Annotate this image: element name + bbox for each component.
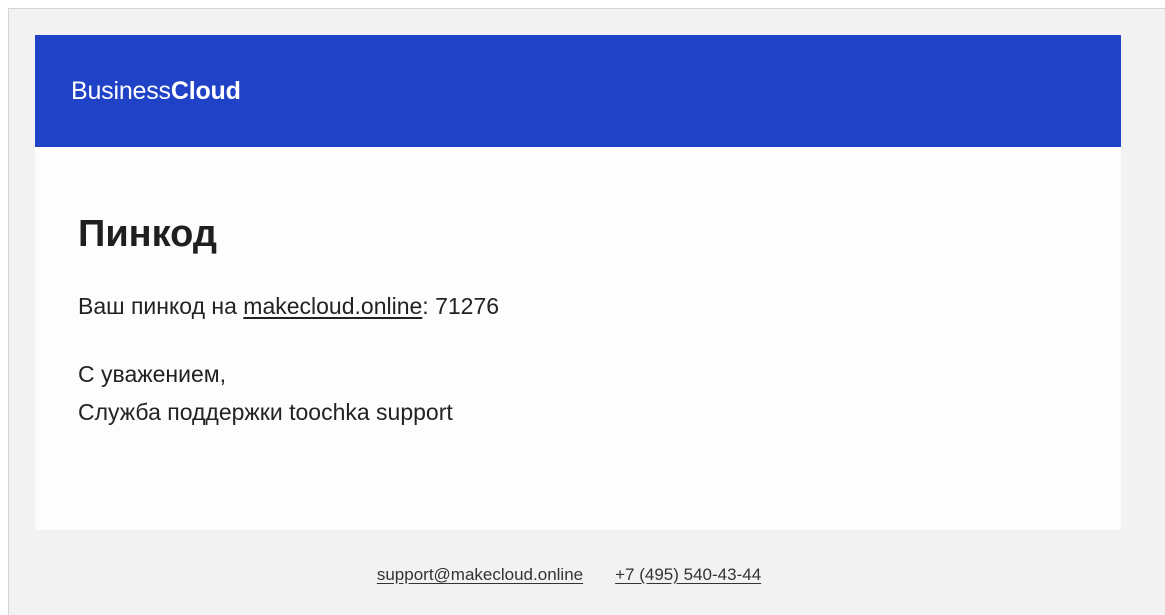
- support-phone-link[interactable]: +7 (495) 540-43-44: [615, 565, 761, 584]
- brand-name-regular: Business: [71, 76, 171, 105]
- email-body: Пинкод Ваш пинкод на makecloud.online: 7…: [35, 147, 1121, 431]
- pincode-message: Ваш пинкод на makecloud.online: 71276: [78, 291, 1121, 321]
- email-header: BusinessCloud: [35, 35, 1121, 147]
- site-link[interactable]: makecloud.online: [243, 293, 422, 319]
- email-footer: support@makecloud.online +7 (495) 540-43-…: [26, 565, 1112, 585]
- message-prefix: Ваш пинкод на: [78, 293, 244, 319]
- page-title: Пинкод: [78, 213, 217, 255]
- brand-name-bold: Cloud: [170, 76, 241, 105]
- email-viewport: BusinessCloud Пинкод Ваш пинкод на makec…: [8, 8, 1165, 615]
- email-card: BusinessCloud Пинкод Ваш пинкод на makec…: [35, 35, 1121, 530]
- message-separator: :: [422, 293, 436, 319]
- pincode-value: 71276: [435, 293, 500, 319]
- support-email-link[interactable]: support@makecloud.online: [377, 565, 583, 584]
- signature-text: Служба поддержки toochka support: [78, 399, 453, 425]
- greeting-text: С уважением,: [78, 361, 226, 387]
- brand-logo: BusinessCloud: [71, 77, 241, 106]
- signature-block: С уважением, Служба поддержки toochka su…: [78, 355, 1121, 431]
